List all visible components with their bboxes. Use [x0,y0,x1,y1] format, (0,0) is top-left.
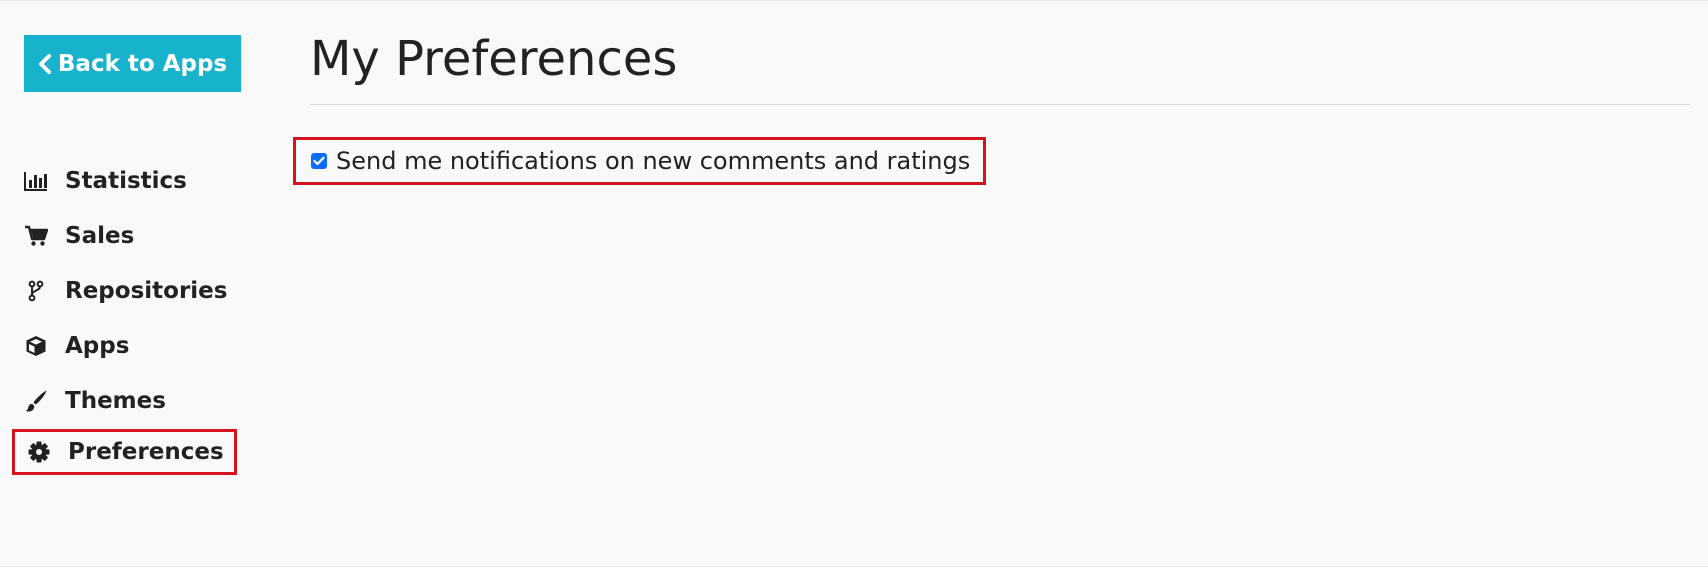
page-title: My Preferences [310,31,678,87]
bar-chart-icon [24,169,48,193]
notifications-checkbox[interactable] [311,153,327,169]
cart-icon [24,224,48,248]
notifications-checkbox-label: Send me notifications on new comments an… [336,147,971,175]
sidebar-item-label: Sales [65,223,135,249]
sidebar-item-label: Statistics [65,168,187,194]
gear-icon [27,440,51,464]
checkmark-icon [313,156,325,166]
chevron-left-icon [38,53,51,74]
sidebar-item-sales[interactable]: Sales [24,213,134,259]
sidebar-item-apps[interactable]: Apps [24,323,129,369]
sidebar-item-themes[interactable]: Themes [24,378,166,424]
sidebar-item-preferences[interactable]: Preferences [12,429,237,475]
page: Back to Apps Statistics Sales Repositori… [0,0,1708,567]
back-to-apps-button[interactable]: Back to Apps [24,35,241,92]
sidebar-item-label: Repositories [65,278,228,304]
sidebar-item-statistics[interactable]: Statistics [24,158,187,204]
code-branch-icon [24,279,48,303]
sidebar-item-label: Preferences [68,439,224,465]
paint-brush-icon [24,389,48,413]
notifications-option[interactable]: Send me notifications on new comments an… [293,137,987,185]
sidebar-item-repositories[interactable]: Repositories [24,268,227,314]
sidebar-item-label: Themes [65,388,166,414]
title-divider [310,104,1690,105]
sidebar-item-label: Apps [65,333,130,359]
cube-icon [24,334,48,358]
back-to-apps-label: Back to Apps [57,50,228,77]
